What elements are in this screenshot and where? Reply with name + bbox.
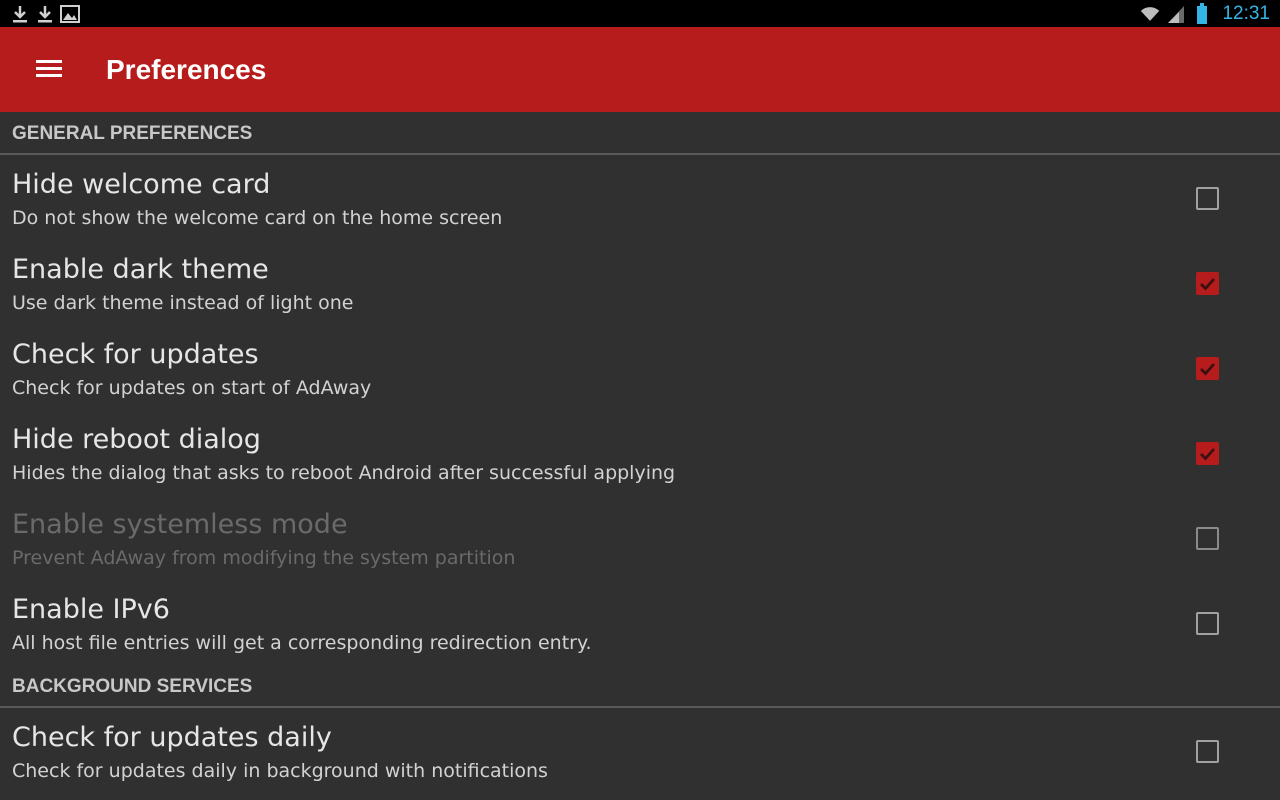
status-notification-icons [0,4,80,24]
download-icon [10,4,30,24]
pref-summary: Do not show the welcome card on the home… [12,207,503,229]
pref-check-for-updates-daily[interactable]: Check for updates daily Check for update… [0,708,1280,793]
checkmark-icon [1200,447,1216,461]
pref-hide-reboot-dialog[interactable]: Hide reboot dialog Hides the dialog that… [0,410,1280,495]
section-header-label: BACKGROUND SERVICES [12,676,253,697]
checkbox-enable-dark-theme[interactable] [1196,272,1219,295]
pref-summary: Check for updates on start of AdAway [12,377,372,399]
pref-title: Check for updates daily [12,722,332,753]
checkbox-check-for-updates-daily[interactable] [1196,740,1219,763]
pref-title: Check for updates [12,339,259,370]
section-header-background-services: BACKGROUND SERVICES [0,665,1280,708]
pref-summary: Hides the dialog that asks to reboot And… [12,462,676,484]
checkbox-check-for-updates[interactable] [1196,357,1219,380]
checkbox-hide-welcome-card[interactable] [1196,187,1219,210]
hamburger-menu-icon [36,58,62,82]
image-icon [60,4,80,24]
app-bar: Preferences [0,27,1280,112]
preferences-list: GENERAL PREFERENCES Hide welcome card Do… [0,112,1280,793]
checkbox-hide-reboot-dialog[interactable] [1196,442,1219,465]
download-icon [35,4,55,24]
pref-summary: Use dark theme instead of light one [12,292,354,314]
pref-title: Enable systemless mode [12,509,348,540]
checkbox-enable-ipv6[interactable] [1196,612,1219,635]
status-bar: 12:31 [0,0,1280,27]
pref-summary: All host file entries will get a corresp… [12,632,592,654]
signal-icon [1166,4,1186,24]
section-header-general: GENERAL PREFERENCES [0,112,1280,155]
status-system-icons: 12:31 [1140,2,1280,25]
pref-summary: Check for updates daily in background wi… [12,760,548,782]
checkmark-icon [1200,362,1216,376]
pref-enable-systemless-mode: Enable systemless mode Prevent AdAway fr… [0,495,1280,580]
checkbox-enable-systemless-mode [1196,527,1219,550]
pref-summary: Prevent AdAway from modifying the system… [12,547,516,569]
status-time: 12:31 [1222,2,1270,24]
wifi-icon [1140,4,1160,24]
battery-icon [1192,2,1212,24]
hamburger-menu-button[interactable] [25,46,73,94]
pref-title: Enable IPv6 [12,594,170,625]
pref-enable-ipv6[interactable]: Enable IPv6 All host file entries will g… [0,580,1280,665]
pref-title: Enable dark theme [12,254,269,285]
checkmark-icon [1200,277,1216,291]
pref-check-for-updates[interactable]: Check for updates Check for updates on s… [0,325,1280,410]
pref-title: Hide welcome card [12,169,271,200]
pref-hide-welcome-card[interactable]: Hide welcome card Do not show the welcom… [0,155,1280,240]
page-title: Preferences [106,53,267,85]
pref-title: Hide reboot dialog [12,424,261,455]
pref-enable-dark-theme[interactable]: Enable dark theme Use dark theme instead… [0,240,1280,325]
section-header-label: GENERAL PREFERENCES [12,123,253,144]
